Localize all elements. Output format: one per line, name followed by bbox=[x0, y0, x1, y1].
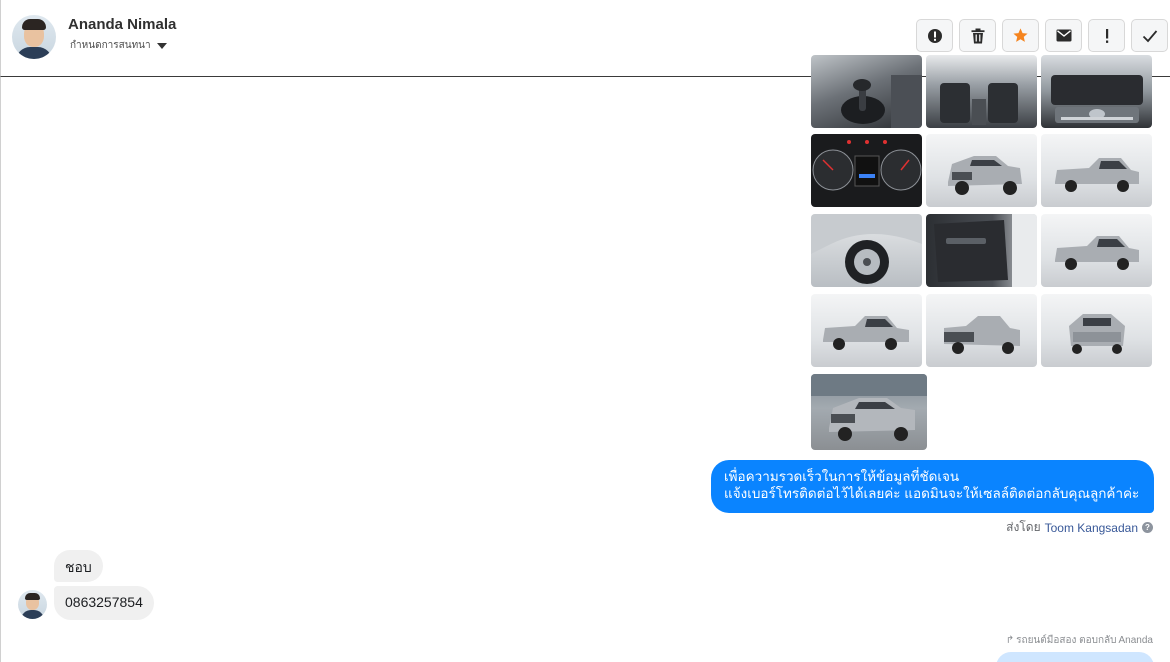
envelope-icon bbox=[1056, 29, 1071, 42]
mark-unread-button[interactable] bbox=[1045, 19, 1082, 52]
trash-icon bbox=[971, 28, 984, 43]
attached-photo-engine-bay[interactable] bbox=[1041, 55, 1152, 128]
incoming-message-text: 0863257854 bbox=[65, 594, 143, 610]
sender-avatar[interactable] bbox=[18, 590, 47, 619]
truck-outdoor-photo-icon bbox=[811, 374, 927, 441]
reply-note-label: รถยนต์มือสอง ตอบกลับ bbox=[1016, 635, 1117, 646]
attached-photo-truck-side[interactable] bbox=[811, 294, 922, 367]
conversation-schedule-label: กำหนดการสนทนา bbox=[70, 40, 151, 51]
wheel-closeup-photo-icon bbox=[811, 214, 922, 284]
cabin-seats-photo-icon bbox=[940, 83, 1018, 125]
alert-circle-icon bbox=[927, 28, 942, 43]
truck-rear-quarter-photo-icon bbox=[944, 316, 1020, 354]
attached-photo-dashboard-gauges[interactable] bbox=[811, 134, 922, 207]
outgoing-message-line-2: แจ้งเบอร์โทรติดต่อไว้ได้เลยค่ะ แอดมินจะใ… bbox=[724, 486, 1140, 501]
reply-note-name: Ananda bbox=[1118, 635, 1153, 646]
reply-note: ↱ รถยนต์มือสอง ตอบกลับ Ananda bbox=[1006, 633, 1153, 648]
conversation-schedule-dropdown[interactable]: กำหนดการสนทนา bbox=[70, 38, 167, 53]
door-interior-photo-icon bbox=[934, 214, 1037, 287]
caret-down-icon bbox=[156, 42, 167, 49]
truck-side-photo-icon bbox=[823, 316, 909, 350]
sent-by-name[interactable]: Toom Kangsadan bbox=[1045, 521, 1138, 535]
attached-photo-truck-outdoor[interactable] bbox=[811, 374, 927, 450]
sent-by-line: ส่งโดย Toom Kangsadan ? bbox=[1006, 518, 1153, 537]
checkmark-icon bbox=[1142, 29, 1157, 42]
incoming-message-text: ชอบ bbox=[65, 559, 92, 575]
attached-photo-truck-side[interactable] bbox=[1041, 134, 1152, 207]
attached-photo-gear-shifter[interactable] bbox=[811, 55, 922, 128]
action-toolbar bbox=[916, 19, 1168, 52]
delete-button[interactable] bbox=[959, 19, 996, 52]
attached-photo-truck-rear-quarter[interactable] bbox=[926, 294, 1037, 367]
sent-by-prefix: ส่งโดย bbox=[1006, 520, 1041, 534]
reply-arrow-icon: ↱ bbox=[1005, 635, 1015, 646]
attached-photo-truck-rear[interactable] bbox=[1041, 294, 1152, 367]
outgoing-message-line-1: เพื่อความรวดเร็วในการให้ข้อมูลที่ชัดเจน bbox=[724, 469, 960, 484]
outgoing-message-bubble[interactable]: เพื่อความรวดเร็วในการให้ข้อมูลที่ชัดเจน … bbox=[711, 460, 1154, 513]
attached-photo-truck-side[interactable] bbox=[1041, 214, 1152, 287]
outgoing-reply-bubble-partial[interactable] bbox=[996, 652, 1154, 662]
truck-front-quarter-photo-icon bbox=[948, 156, 1022, 195]
exclamation-icon bbox=[1105, 28, 1108, 43]
star-icon bbox=[1013, 28, 1028, 42]
attached-photo-wheel-closeup[interactable] bbox=[811, 214, 922, 287]
dashboard-gauges-photo-icon bbox=[812, 140, 922, 191]
incoming-message-bubble[interactable]: 0863257854 bbox=[54, 586, 154, 620]
gear-shifter-photo-icon bbox=[841, 75, 922, 128]
message-thread[interactable]: เพื่อความรวดเร็วในการให้ข้อมูลที่ชัดเจน … bbox=[0, 55, 1170, 662]
incoming-message-bubble[interactable]: ชอบ bbox=[54, 550, 103, 582]
attached-photo-door-interior[interactable] bbox=[926, 214, 1037, 287]
mark-done-button[interactable] bbox=[1131, 19, 1168, 52]
engine-bay-photo-icon bbox=[1051, 75, 1143, 123]
truck-side-photo-icon bbox=[1055, 236, 1139, 270]
truck-side-photo-icon bbox=[1055, 158, 1139, 192]
star-button[interactable] bbox=[1002, 19, 1039, 52]
truck-rear-photo-icon bbox=[1069, 314, 1125, 354]
spam-report-button[interactable] bbox=[916, 19, 953, 52]
help-icon[interactable]: ? bbox=[1142, 522, 1153, 533]
contact-avatar[interactable] bbox=[12, 15, 56, 59]
attached-photo-truck-front-quarter[interactable] bbox=[926, 134, 1037, 207]
attached-photo-cabin-seats[interactable] bbox=[926, 55, 1037, 128]
follow-up-button[interactable] bbox=[1088, 19, 1125, 52]
contact-name[interactable]: Ananda Nimala bbox=[68, 16, 176, 33]
